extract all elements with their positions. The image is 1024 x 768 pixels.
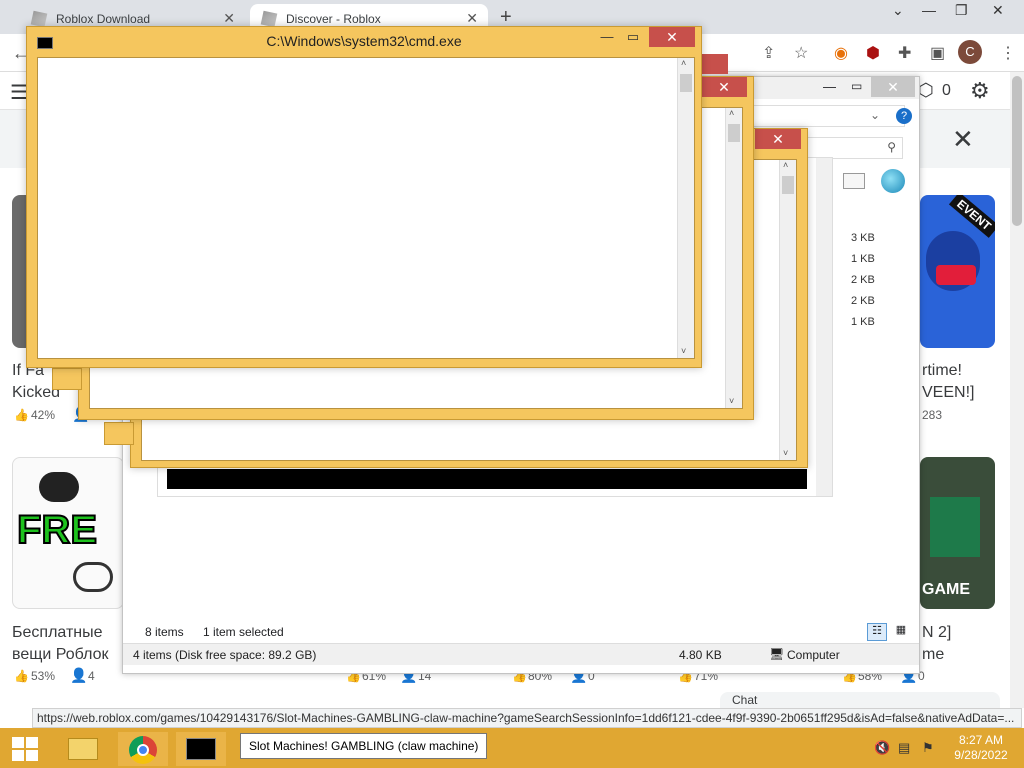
address-dropdown-icon[interactable]: ⌄ [870, 108, 880, 122]
network-icon[interactable]: ▤ [898, 740, 910, 756]
selection-count: 1 item selected [203, 625, 284, 639]
cmd-window-front[interactable]: C:\Windows\system32\cmd.exe — ▭ ✕ ˄ ˅ [26, 26, 702, 368]
start-button[interactable] [12, 737, 38, 761]
help-icon[interactable]: ? [896, 108, 912, 124]
clock-time: 8:27 AM [958, 733, 1004, 747]
game-players: 4 [88, 669, 95, 683]
file-size: 1 KB [851, 253, 875, 265]
selected-size: 4.80 KB [679, 648, 722, 662]
tab-search-icon[interactable]: ⌄ [892, 2, 904, 19]
robux-count: 0 [942, 82, 951, 99]
thumbs-up-icon: 👍 [14, 408, 29, 422]
game-title[interactable]: Бесплатные [12, 622, 103, 644]
restore-button[interactable]: ❐ [955, 2, 968, 19]
taskbar-tooltip: Slot Machines! GAMBLING (claw machine) [240, 733, 488, 759]
cmd-minimize-button[interactable]: — [593, 27, 621, 47]
clock-date: 9/28/2022 [954, 748, 1008, 762]
items-count: 8 items [145, 625, 184, 639]
search-icon: ⚲ [887, 140, 896, 154]
link-status-url: https://web.roblox.com/games/10429143176… [32, 708, 1022, 728]
game-title[interactable]: me [922, 644, 944, 666]
computer-icon: 🖥 [769, 647, 785, 661]
game-thumbnail[interactable]: GAME [920, 457, 995, 609]
close-browser-button[interactable]: ✕ [992, 2, 1004, 19]
taskbar-cmd[interactable] [176, 732, 226, 766]
folder-icon [68, 738, 98, 760]
scrollbar-thumb[interactable] [1012, 76, 1022, 226]
free-banner: FRE [16, 507, 98, 553]
windows-taskbar: Slot Machines! GAMBLING (claw machine) 🔇… [0, 728, 1024, 768]
volume-muted-icon[interactable]: 🔇 [874, 740, 890, 756]
cmd-maximize-button[interactable]: ▭ [619, 27, 647, 47]
game-banner: GAME [922, 581, 970, 598]
roblox-favicon-icon [260, 10, 278, 28]
inner-scrollbar[interactable] [816, 158, 832, 496]
profile-avatar[interactable]: C [958, 40, 982, 64]
minimize-button[interactable]: — [922, 2, 936, 18]
cmd-icon [186, 738, 216, 760]
large-icons-view-icon[interactable]: ▦ [891, 623, 911, 641]
share-icon[interactable]: ⇪ [762, 43, 775, 63]
tab-title: Roblox Download [56, 12, 151, 26]
file-size: 1 KB [851, 316, 875, 328]
tab-close-icon[interactable]: ✕ [466, 10, 478, 27]
chat-label: Chat [732, 693, 758, 707]
bookmark-star-icon[interactable]: ☆ [794, 43, 808, 63]
explorer-maximize-button[interactable]: ▭ [851, 79, 862, 93]
extensions-puzzle-icon[interactable]: ✚ [898, 43, 911, 63]
ublock-extension-icon[interactable]: ⬢ [866, 43, 880, 63]
thumbs-up-icon: 👍 [14, 669, 29, 683]
close-search-icon[interactable]: ✕ [952, 124, 974, 155]
action-center-icon[interactable]: ⚑ [922, 740, 934, 756]
explorer-status-bar: 4 items (Disk free space: 89.2 GB) 4.80 … [123, 643, 919, 665]
game-title[interactable]: вещи Роблок [12, 644, 109, 666]
game-rating: 53% [31, 669, 56, 683]
game-thumbnail-free[interactable]: FRE [12, 457, 124, 609]
game-players: 283 [922, 408, 943, 422]
cmd-console[interactable]: ˄ ˅ [37, 57, 695, 359]
location-label: Computer [787, 648, 840, 662]
file-size: 3 KB [851, 232, 875, 244]
taskbar-chrome[interactable] [118, 732, 168, 766]
chrome-menu-icon[interactable]: ⋮ [1000, 43, 1016, 63]
game-rating: 42% [31, 408, 56, 422]
robux-icon[interactable]: ⬡ [918, 80, 934, 101]
side-panel-icon[interactable]: ▣ [930, 43, 945, 63]
taskbar-clock[interactable]: 8:27 AM 9/28/2022 [946, 733, 1016, 763]
details-view-icon[interactable]: ☷ [867, 623, 887, 641]
tab-title: Discover - Roblox [286, 12, 381, 26]
disk-free-status: 4 items (Disk free space: 89.2 GB) [133, 648, 317, 662]
chat-bar[interactable]: Chat [720, 692, 1000, 708]
cmd-close-button[interactable]: ✕ [649, 27, 695, 47]
shell-icon[interactable] [881, 169, 905, 193]
file-size: 2 KB [851, 295, 875, 307]
rss-extension-icon[interactable]: ◉ [834, 43, 848, 63]
roblox-favicon-icon [30, 10, 48, 28]
settings-gear-icon[interactable]: ⚙ [970, 78, 990, 104]
explorer-minimize-button[interactable]: — [823, 79, 836, 94]
chrome-icon [129, 736, 157, 764]
game-title[interactable]: rtime! [922, 360, 962, 382]
preview-pane-icon[interactable] [843, 173, 865, 189]
game-thumbnail-event[interactable]: EVENT [920, 195, 995, 348]
game-title[interactable]: N 2] [922, 622, 951, 644]
cmd-scrollbar[interactable]: ˄ ˅ [677, 58, 694, 358]
file-size: 2 KB [851, 274, 875, 286]
explorer-close-button[interactable]: ✕ [871, 77, 915, 97]
tab-close-icon[interactable]: ✕ [223, 10, 235, 27]
players-icon: 👤 [70, 667, 88, 683]
taskbar-file-explorer[interactable] [58, 732, 108, 766]
console-black-strip [167, 469, 807, 489]
game-title[interactable]: VEEN!] [922, 382, 974, 404]
page-scrollbar[interactable] [1010, 72, 1024, 708]
